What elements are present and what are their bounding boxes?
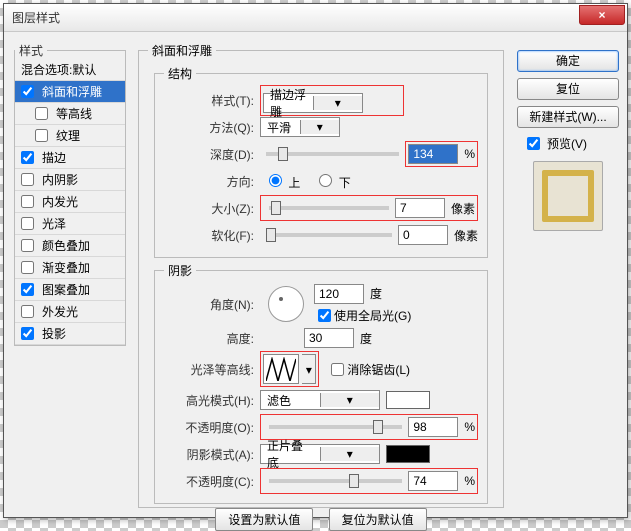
angle-unit: 度 [370,285,382,302]
innerglow-checkbox[interactable] [21,195,34,208]
highlight-opacity-label: 不透明度(O): [164,419,260,436]
size-label: 大小(Z): [164,200,260,217]
shadow-mode-combo[interactable]: 正片叠底▾ [260,444,380,464]
structure-legend: 结构 [164,65,196,82]
soften-label: 软化(F): [164,227,260,244]
ok-button[interactable]: 确定 [517,50,619,72]
preview-thumbnail [533,161,603,231]
options-pane: 斜面和浮雕 结构 样式(T): 描边浮雕▾ 方法(Q): 平滑▾ 深 [136,42,506,508]
cancel-button[interactable]: 复位 [517,78,619,100]
soften-input[interactable]: 0 [398,225,448,245]
highlight-opacity-unit: % [464,420,475,434]
soften-unit: 像素 [454,227,478,244]
angle-label: 角度(N): [164,296,260,313]
dropshadow-checkbox[interactable] [21,327,34,340]
shadow-opacity-label: 不透明度(C): [164,473,260,490]
chevron-down-icon[interactable]: ▾ [302,354,316,384]
highlight-opacity-slider[interactable] [269,425,402,429]
sidebar-item-gradientoverlay[interactable]: 渐变叠加 [15,257,125,279]
dialog-title: 图层样式 [12,11,60,25]
altitude-input[interactable]: 30 [304,328,354,348]
depth-slider[interactable] [266,152,399,156]
patternoverlay-checkbox[interactable] [21,283,34,296]
highlight-color-swatch[interactable] [386,391,430,409]
global-light-checkbox[interactable]: 使用全局光(G) [314,306,411,325]
bevel-checkbox[interactable] [21,85,34,98]
texture-checkbox[interactable] [35,129,48,142]
direction-up-radio[interactable]: 上 [264,171,300,191]
angle-dial[interactable] [268,286,304,322]
highlight-opacity-input[interactable]: 98 [408,417,458,437]
highlight-mode-label: 高光模式(H): [164,392,260,409]
layer-style-dialog: 图层样式 × 样式 混合选项:默认 斜面和浮雕 等高线 纹理 描边 内阴影 内发… [3,3,628,518]
sidebar-item-blending[interactable]: 混合选项:默认 [15,59,125,81]
size-slider[interactable] [269,206,389,210]
shadow-opacity-slider[interactable] [269,479,402,483]
sidebar-item-coloroverlay[interactable]: 颜色叠加 [15,235,125,257]
shadow-color-swatch[interactable] [386,445,430,463]
sidebar-item-texture[interactable]: 纹理 [15,125,125,147]
close-button[interactable]: × [579,5,625,25]
sidebar-item-innerglow[interactable]: 内发光 [15,191,125,213]
size-unit: 像素 [451,200,475,217]
make-default-button[interactable]: 设置为默认值 [215,508,313,531]
styles-legend: 样式 [15,42,47,59]
shading-legend: 阴影 [164,262,196,279]
size-input[interactable]: 7 [395,198,445,218]
sidebar-item-satin[interactable]: 光泽 [15,213,125,235]
gloss-contour-picker[interactable] [263,354,299,384]
reset-default-button[interactable]: 复位为默认值 [329,508,427,531]
right-pane: 确定 复位 新建样式(W)... 预览(V) [517,50,619,231]
depth-input[interactable]: 134 [408,144,458,164]
highlight-mode-combo[interactable]: 滤色▾ [260,390,380,410]
sidebar-item-stroke[interactable]: 描边 [15,147,125,169]
direction-down-radio[interactable]: 下 [314,171,350,191]
gradientoverlay-checkbox[interactable] [21,261,34,274]
sidebar-item-patternoverlay[interactable]: 图案叠加 [15,279,125,301]
antialias-checkbox[interactable]: 消除锯齿(L) [327,360,410,379]
bevel-section-legend: 斜面和浮雕 [148,42,216,59]
depth-label: 深度(D): [164,146,260,163]
soften-slider[interactable] [266,233,392,237]
coloroverlay-checkbox[interactable] [21,239,34,252]
chevron-down-icon: ▾ [300,120,340,134]
preview-checkbox[interactable]: 预览(V) [523,134,619,153]
gloss-label: 光泽等高线: [164,361,260,378]
sidebar-item-outerglow[interactable]: 外发光 [15,301,125,323]
chevron-down-icon: ▾ [320,393,380,407]
shadow-opacity-input[interactable]: 74 [408,471,458,491]
direction-label: 方向: [164,173,260,190]
sidebar-item-dropshadow[interactable]: 投影 [15,323,125,345]
technique-label: 方法(Q): [164,119,260,136]
sidebar-item-bevel[interactable]: 斜面和浮雕 [15,81,125,103]
altitude-label: 高度: [164,330,260,347]
altitude-unit: 度 [360,330,372,347]
sidebar-item-innershadow[interactable]: 内阴影 [15,169,125,191]
styles-sidebar: 样式 混合选项:默认 斜面和浮雕 等高线 纹理 描边 内阴影 内发光 光泽 颜色… [14,42,126,346]
sidebar-item-contour[interactable]: 等高线 [15,103,125,125]
chevron-down-icon: ▾ [313,96,363,110]
satin-checkbox[interactable] [21,217,34,230]
shadow-mode-label: 阴影模式(A): [164,446,260,463]
titlebar[interactable]: 图层样式 × [4,4,627,32]
shadow-opacity-unit: % [464,474,475,488]
contour-checkbox[interactable] [35,107,48,120]
style-combo[interactable]: 描边浮雕▾ [263,93,363,113]
new-style-button[interactable]: 新建样式(W)... [517,106,619,128]
innershadow-checkbox[interactable] [21,173,34,186]
style-label: 样式(T): [164,92,260,109]
angle-input[interactable]: 120 [314,284,364,304]
stroke-checkbox[interactable] [21,151,34,164]
depth-unit: % [464,147,475,161]
outerglow-checkbox[interactable] [21,305,34,318]
chevron-down-icon: ▾ [320,447,380,461]
technique-combo[interactable]: 平滑▾ [260,117,340,137]
